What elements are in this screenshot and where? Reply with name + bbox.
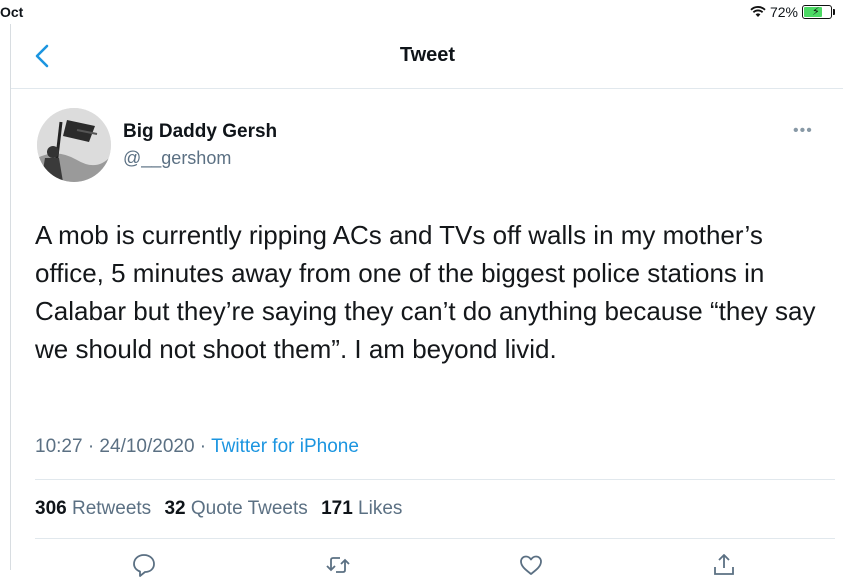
likes-stat[interactable]: 171 Likes: [321, 498, 402, 519]
meta-separator: ·: [194, 436, 212, 457]
tweet-detail-screen: Tweet Big Daddy Gersh @__gershom ••• A m…: [10, 24, 843, 577]
status-time: Oct: [0, 4, 24, 20]
retweets-stat[interactable]: 306 Retweets: [35, 498, 151, 519]
author-name[interactable]: Big Daddy Gersh: [123, 121, 277, 143]
tweet-meta: 10:27 · 24/10/2020 · Twitter for iPhone: [35, 436, 359, 458]
more-icon[interactable]: •••: [793, 122, 813, 140]
avatar[interactable]: [37, 108, 111, 182]
status-bar: Oct 72% ⚡: [0, 0, 843, 24]
avatar-image: [37, 108, 111, 182]
charging-bolt-icon: ⚡: [812, 6, 820, 18]
reply-button[interactable]: [131, 552, 161, 582]
tweet-stats: 306 Retweets 32 Quote Tweets 171 Likes: [35, 498, 410, 520]
wifi-icon: [750, 6, 766, 17]
divider: [35, 538, 835, 539]
tweet-text: A mob is currently ripping ACs and TVs o…: [35, 220, 816, 364]
retweet-button[interactable]: [325, 552, 355, 582]
tweet-timestamp[interactable]: 10:27 · 24/10/2020: [35, 436, 195, 457]
page-title: Tweet: [399, 44, 456, 66]
retweets-count: 306: [35, 498, 67, 519]
share-icon: [714, 554, 734, 575]
battery-percent: 72%: [769, 4, 798, 20]
likes-label: Likes: [358, 498, 403, 519]
reply-icon: [133, 554, 155, 577]
battery-nub: [833, 9, 835, 15]
quote-tweets-stat[interactable]: 32 Quote Tweets: [164, 498, 307, 519]
status-right: 72% ⚡: [750, 4, 835, 20]
tweet-source-link[interactable]: Twitter for iPhone: [211, 436, 359, 457]
nav-bar: Tweet: [11, 24, 843, 89]
likes-count: 171: [321, 498, 353, 519]
quotes-label: Quote Tweets: [190, 498, 308, 519]
like-button[interactable]: [518, 552, 548, 582]
like-icon: [520, 555, 542, 575]
divider: [35, 479, 835, 480]
action-bar: [35, 552, 835, 584]
share-button[interactable]: [711, 552, 741, 582]
retweets-label: Retweets: [71, 498, 152, 519]
author-handle[interactable]: @__gershom: [123, 148, 231, 169]
quotes-count: 32: [164, 498, 186, 519]
retweet-icon: [326, 557, 350, 573]
battery-icon: ⚡: [802, 5, 832, 19]
